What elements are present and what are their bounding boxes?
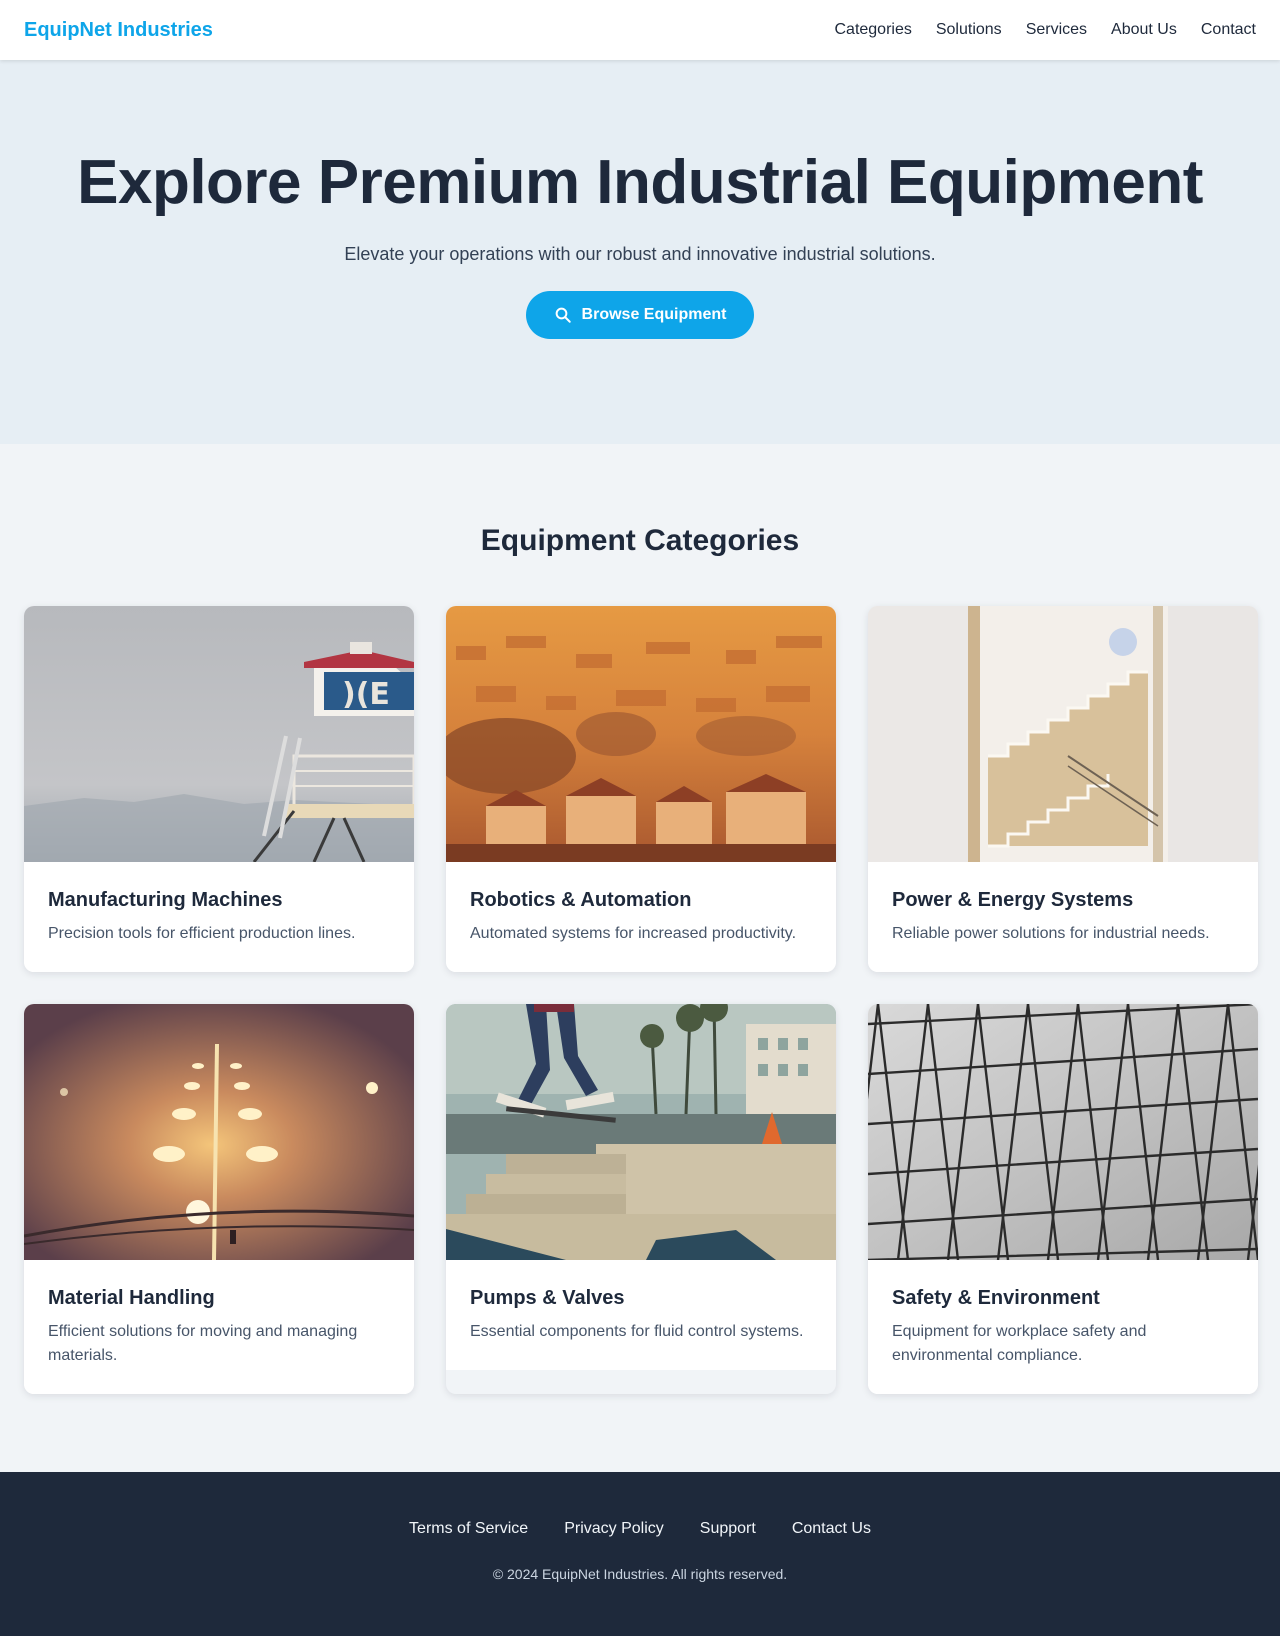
hero-section: Explore Premium Industrial Equipment Ele… [0,60,1280,444]
hero-title: Explore Premium Industrial Equipment [77,148,1203,217]
hero-subtitle: Elevate your operations with our robust … [344,244,936,264]
categories-section: Equipment Categories)(E Manufacturing M… [0,444,1280,1472]
category-card-safety-environment[interactable]: Safety & Environment Equipment for workp… [868,1004,1258,1394]
card-title: Material Handling [48,1287,215,1309]
brand-logo[interactable]: EquipNet Industries [24,19,213,42]
card-description: Precision tools for efficient production… [48,925,356,942]
card-description: Reliable power solutions for industrial … [892,925,1210,942]
card-body: Safety & Environment Equipment for workp… [868,1260,1258,1394]
nav-categories[interactable]: Categories [834,21,911,39]
footer-link-contact[interactable]: Contact Us [792,1520,871,1538]
footer-link-terms[interactable]: Terms of Service [409,1520,528,1538]
card-title: Power & Energy Systems [892,889,1134,911]
category-card-material-handling[interactable]: Material Handling Efficient solutions fo… [24,1004,414,1394]
card-title: Safety & Environment [892,1287,1100,1309]
footer-links: Terms of Service Privacy Policy Support … [409,1520,871,1538]
card-body: Manufacturing Machines Precision tools f… [24,862,414,972]
copyright-text: © 2024 EquipNet Industries. All rights r… [492,1566,788,1582]
category-card-robotics-automation[interactable]: Robotics & Automation Automated systems … [446,606,836,972]
card-title: Manufacturing Machines [48,889,283,911]
section-title: Equipment Categories [480,524,800,557]
nav-solutions[interactable]: Solutions [936,21,1002,39]
site-header: EquipNet Industries Categories Solutions… [0,0,1280,60]
category-card-power-energy-systems[interactable]: Power & Energy Systems Reliable power so… [868,606,1258,972]
nav-about-us[interactable]: About Us [1111,21,1177,39]
category-image-skatepark [446,1004,836,1260]
category-image-lifeguard-tower: )(E [24,606,414,862]
card-body: Material Handling Efficient solutions fo… [24,1260,414,1394]
category-card-manufacturing-machines[interactable]: )(E Manufacturing Machines Precision too… [24,606,414,972]
browse-equipment-button[interactable]: Browse Equipment [526,291,754,339]
nav-contact[interactable]: Contact [1201,21,1256,39]
card-description: Efficient solutions for moving and manag… [48,1323,358,1364]
category-card-pumps-valves[interactable]: Pumps & Valves Essential components for … [446,1004,836,1394]
footer-link-support[interactable]: Support [700,1520,756,1538]
card-title: Robotics & Automation [470,889,692,911]
card-body: Pumps & Valves Essential components for … [446,1260,836,1370]
footer-link-privacy[interactable]: Privacy Policy [564,1520,664,1538]
svg-text:)(E: )(E [342,677,390,712]
main-nav: Categories Solutions Services About Us C… [834,21,1256,39]
card-description: Automated systems for increased producti… [470,925,797,942]
search-icon [555,307,571,323]
card-description: Essential components for fluid control s… [470,1323,804,1340]
category-image-city-rooftops [446,606,836,862]
nav-services[interactable]: Services [1026,21,1087,39]
browse-equipment-label: Browse Equipment [581,306,727,323]
card-body: Robotics & Automation Automated systems … [446,862,836,972]
category-image-staircase [868,606,1258,862]
site-footer: Terms of Service Privacy Policy Support … [0,1472,1280,1636]
card-description: Equipment for workplace safety and envir… [892,1323,1147,1364]
category-image-glass-lattice-roof [868,1004,1258,1260]
card-body: Power & Energy Systems Reliable power so… [868,862,1258,972]
category-grid: )(E Manufacturing Machines Precision too… [24,606,1258,1394]
card-title: Pumps & Valves [470,1287,625,1309]
category-image-foggy-street-lights [24,1004,414,1260]
